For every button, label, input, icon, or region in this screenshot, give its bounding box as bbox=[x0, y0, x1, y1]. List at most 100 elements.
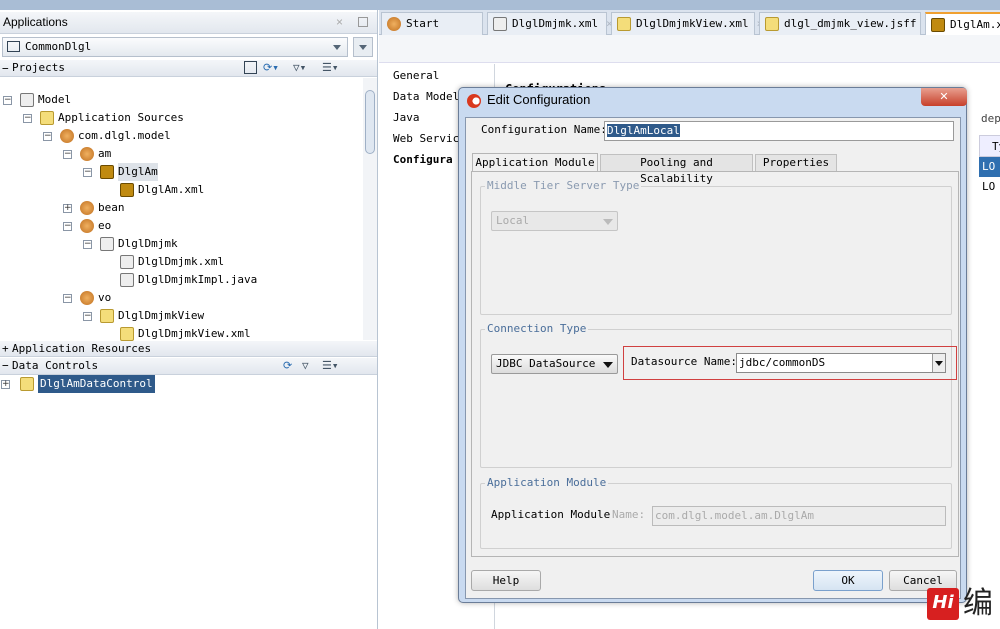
table-row[interactable]: LO bbox=[979, 157, 1000, 177]
tree-item[interactable]: DlglDmjmkImpl.java bbox=[103, 271, 257, 289]
project-icon bbox=[20, 93, 34, 107]
group-label: Middle Tier Server Type bbox=[485, 179, 642, 192]
search-icon[interactable] bbox=[244, 61, 257, 74]
collapse-icon[interactable]: − bbox=[83, 311, 92, 321]
connection-type-group: Connection Type JDBC DataSource Datasour… bbox=[480, 322, 957, 468]
expand-icon[interactable]: + bbox=[1, 379, 10, 389]
config-name-input[interactable]: DlglAmLocal bbox=[604, 121, 954, 141]
tree-item-label: DlglDmjmkView bbox=[118, 309, 205, 322]
tree-item[interactable]: − Application Sources bbox=[23, 109, 184, 127]
minimize-icon[interactable] bbox=[358, 17, 368, 27]
tree-item[interactable]: − vo bbox=[63, 289, 111, 307]
scrollbar-thumb[interactable] bbox=[365, 90, 375, 154]
collapse-icon[interactable]: − bbox=[63, 293, 72, 303]
table-row[interactable]: LO bbox=[979, 177, 1000, 197]
tree-item[interactable]: − DlglDmjmkView bbox=[83, 307, 204, 325]
filter-icon[interactable]: ▽▾ bbox=[293, 60, 306, 76]
tree-item[interactable]: − DlglAm bbox=[83, 163, 158, 181]
editor-nav-item[interactable]: Configura bbox=[393, 153, 453, 166]
tab-panel: Middle Tier Server Type Local Connection… bbox=[471, 171, 959, 557]
panel-title: Applications bbox=[3, 15, 68, 29]
middle-tier-select[interactable]: Local bbox=[491, 211, 618, 231]
editor-tab[interactable]: dlgl_dmjmk_view.jsff× bbox=[759, 12, 931, 35]
application-module-group: Application Module Application Module Na… bbox=[480, 476, 952, 549]
application-menu-button[interactable] bbox=[353, 37, 373, 57]
editor-tabs: Start Page×DlglDmjmk.xml×DlglDmjmkView.x… bbox=[379, 10, 1000, 52]
close-button[interactable]: ✕ bbox=[921, 88, 967, 106]
tree-item-label: DlglAm.xml bbox=[138, 183, 205, 196]
datasource-dropdown-button[interactable] bbox=[932, 354, 945, 372]
help-button[interactable]: Help bbox=[471, 570, 541, 591]
filter-icon[interactable]: ▽ bbox=[302, 358, 309, 374]
ok-button[interactable]: OK bbox=[813, 570, 883, 591]
tree-item[interactable]: + bean bbox=[63, 199, 125, 217]
collapse-icon[interactable]: − bbox=[3, 95, 12, 105]
sort-options-icon[interactable]: ☰▾ bbox=[322, 60, 338, 76]
project-tree: − Model − Application Sources − com.dlgl.mode… bbox=[0, 80, 362, 341]
tab-pooling-and-scalability[interactable]: Pooling and Scalability bbox=[600, 154, 753, 185]
refresh-icon[interactable]: ⟳ bbox=[283, 358, 292, 374]
editor-tab[interactable]: DlglDmjmkView.xml× bbox=[611, 12, 763, 35]
tab-label: DlglDmjmkView.xml bbox=[636, 17, 749, 30]
tab-application-module[interactable]: Application Module bbox=[472, 153, 598, 172]
package-icon bbox=[60, 129, 74, 143]
application-module-icon bbox=[100, 165, 114, 179]
expand-icon[interactable]: + bbox=[63, 203, 72, 213]
tree-item[interactable]: − DlglDmjmk bbox=[83, 235, 178, 253]
application-module-icon bbox=[931, 18, 945, 32]
collapse-icon[interactable]: − bbox=[63, 221, 72, 231]
tab-properties[interactable]: Properties bbox=[755, 154, 837, 172]
refresh-icon[interactable]: ⟳▾ bbox=[263, 60, 279, 76]
application-resources-header[interactable]: + Application Resources bbox=[0, 341, 377, 357]
name-label: Name: bbox=[612, 508, 646, 521]
editor-nav-item[interactable]: Web Service bbox=[393, 132, 466, 145]
app-module-label: Application Module bbox=[491, 508, 611, 521]
package-icon bbox=[80, 201, 94, 215]
collapse-icon[interactable]: − bbox=[23, 113, 32, 123]
entity-object-icon bbox=[493, 17, 507, 31]
editor-nav-item[interactable]: Data Model bbox=[393, 90, 459, 103]
tree-item[interactable]: − com.dlgl.model bbox=[43, 127, 171, 145]
collapse-icon[interactable]: − bbox=[83, 239, 92, 249]
tree-item-label: DlglDmjmk bbox=[118, 237, 178, 250]
application-resources-label: Application Resources bbox=[12, 342, 152, 355]
dialog-title: Edit Configuration bbox=[487, 92, 591, 107]
datasource-label: Datasource Name: bbox=[631, 355, 737, 368]
tree-item[interactable]: − Model bbox=[3, 91, 71, 109]
entity-object-icon bbox=[120, 255, 134, 269]
collapse-icon[interactable]: − bbox=[43, 131, 52, 141]
tree-item-label: DlglDmjmk.xml bbox=[138, 255, 225, 268]
connection-type-select[interactable]: JDBC DataSource bbox=[491, 354, 618, 374]
sort-options-icon[interactable]: ☰▾ bbox=[322, 358, 338, 374]
editor-tab[interactable]: Start Page× bbox=[381, 12, 483, 52]
tree-item[interactable]: DlglDmjmk.xml bbox=[103, 253, 224, 271]
data-control-icon bbox=[20, 377, 34, 391]
tree-item[interactable]: DlglAm.xml bbox=[103, 181, 204, 199]
table-column-header[interactable]: Ty bbox=[979, 135, 1000, 157]
editor-nav-item[interactable]: Java bbox=[393, 111, 420, 124]
edit-configuration-dialog: Edit Configuration ✕ Configuration Name:… bbox=[458, 87, 967, 603]
editor-tab[interactable]: DlglAm.xml bbox=[925, 12, 1000, 35]
tree-item-label: bean bbox=[98, 201, 125, 214]
collapse-icon[interactable]: − bbox=[63, 149, 72, 159]
close-icon[interactable]: × bbox=[336, 12, 343, 32]
config-name-label: Configuration Name: bbox=[481, 123, 607, 136]
window-top-bar bbox=[0, 0, 1000, 10]
tree-scrollbar[interactable] bbox=[363, 78, 377, 340]
application-selector[interactable]: CommonDlgl bbox=[2, 37, 348, 57]
folder-icon bbox=[40, 111, 54, 125]
chevron-down-icon bbox=[935, 361, 943, 366]
tree-item[interactable]: − am bbox=[63, 145, 111, 163]
watermark-logo: Hi bbox=[927, 588, 959, 620]
collapse-icon[interactable]: − bbox=[83, 167, 92, 177]
tree-item-label: eo bbox=[98, 219, 112, 232]
data-control-item[interactable]: + DlglAmDataControl bbox=[1, 375, 155, 393]
datasource-input[interactable]: jdbc/commonDS bbox=[736, 353, 946, 373]
applications-header: Applications × bbox=[0, 12, 377, 34]
help-icon bbox=[387, 17, 401, 31]
tree-item[interactable]: − eo bbox=[63, 217, 111, 235]
projects-header[interactable]: − Projects ⟳▾ ▽▾ ☰▾ bbox=[0, 60, 377, 77]
editor-tab[interactable]: DlglDmjmk.xml × bbox=[487, 12, 613, 35]
data-controls-header[interactable]: − Data Controls ⟳ ▽ ☰▾ bbox=[0, 358, 377, 375]
editor-nav-item[interactable]: General bbox=[393, 69, 439, 82]
